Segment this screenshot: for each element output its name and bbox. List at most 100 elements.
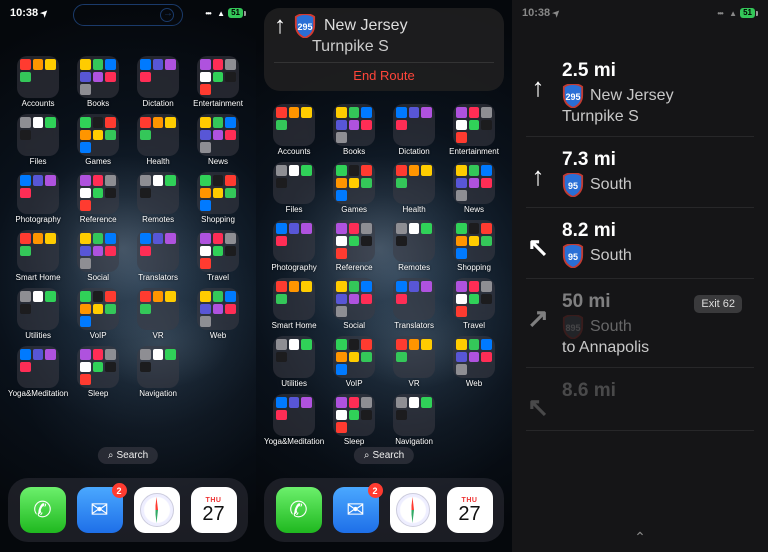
search-button[interactable]: Search [354,447,414,464]
calendar-app[interactable]: THU27 [191,487,237,533]
folder-health[interactable]: Health [384,162,444,214]
folder-shopping[interactable]: Shopping [188,172,248,224]
folder-voip[interactable]: VoIP [324,336,384,388]
turn-arrow-icon: ↖ [527,394,549,420]
folder-files[interactable]: Files [264,162,324,214]
folder-label: Remotes [398,264,430,272]
directions-list[interactable]: ↑2.5 mi295New JerseyTurnpike S↑7.3 mi95S… [512,44,768,552]
folder-label: Accounts [22,100,55,108]
folder-yoga-meditation[interactable]: Yoga&Meditation [264,394,324,446]
folder-label: Web [210,332,226,340]
directions-screen: 10:38 51 ↑2.5 mi295New JerseyTurnpike S↑… [512,0,768,552]
folder-books[interactable]: Books [68,56,128,108]
folder-entertainment[interactable]: Entertainment [188,56,248,108]
folder-games[interactable]: Games [68,114,128,166]
mail-app[interactable]: ✉2 [77,487,123,533]
folder-accounts[interactable]: Accounts [264,104,324,156]
end-route-button[interactable]: End Route [274,62,494,83]
folder-vr[interactable]: VR [384,336,444,388]
folder-accounts[interactable]: Accounts [8,56,68,108]
folder-box [393,220,435,262]
folder-translators[interactable]: Translators [128,230,188,282]
direction-step[interactable]: ↑7.3 mi95South [526,137,754,208]
folder-voip[interactable]: VoIP [68,288,128,340]
direction-step[interactable]: ↗50 mi895Southto AnnapolisExit 62 [526,279,754,368]
folder-vr[interactable]: VR [128,288,188,340]
folder-label: VoIP [90,332,107,340]
phone-app[interactable]: ✆ [276,487,322,533]
safari-app[interactable] [134,487,180,533]
folder-travel[interactable]: Travel [188,230,248,282]
safari-app[interactable] [390,487,436,533]
folder-box [273,336,315,378]
folder-news[interactable]: News [444,162,504,214]
folder-social[interactable]: Social [324,278,384,330]
search-label: Search [116,450,148,461]
folder-photography[interactable]: Photography [264,220,324,272]
folder-files[interactable]: Files [8,114,68,166]
folder-box [273,104,315,146]
folder-dictation[interactable]: Dictation [384,104,444,156]
folder-sleep[interactable]: Sleep [68,346,128,398]
folder-smart-home[interactable]: Smart Home [8,230,68,282]
folder-health[interactable]: Health [128,114,188,166]
folder-shopping[interactable]: Shopping [444,220,504,272]
folder-utilities[interactable]: Utilities [8,288,68,340]
calendar-app[interactable]: THU27 [447,487,493,533]
search-label: Search [372,450,404,461]
folder-smart-home[interactable]: Smart Home [264,278,324,330]
folder-box [17,172,59,214]
folder-utilities[interactable]: Utilities [264,336,324,388]
phone-app[interactable]: ✆ [20,487,66,533]
search-button[interactable]: Search [98,447,158,464]
folder-travel[interactable]: Travel [444,278,504,330]
folder-remotes[interactable]: Remotes [384,220,444,272]
grabber-icon[interactable]: ⌃ [634,529,646,546]
folder-sleep[interactable]: Sleep [324,394,384,446]
folder-entertainment[interactable]: Entertainment [444,104,504,156]
step-line2: Turnpike S [562,108,754,126]
folder-dictation[interactable]: Dictation [128,56,188,108]
folder-photography[interactable]: Photography [8,172,68,224]
folder-translators[interactable]: Translators [384,278,444,330]
folder-box [77,230,119,272]
folder-box [393,104,435,146]
direction-step[interactable]: ↖8.6 mi [526,368,754,431]
folder-books[interactable]: Books [324,104,384,156]
folder-web[interactable]: Web [188,288,248,340]
folder-reference[interactable]: Reference [324,220,384,272]
folder-yoga-meditation[interactable]: Yoga&Meditation [8,346,68,398]
folder-box [137,346,179,388]
folder-box [333,220,375,262]
step-distance: 2.5 mi [562,60,754,82]
folder-label: Files [286,206,303,214]
folder-navigation[interactable]: Navigation [384,394,444,446]
battery-icon: 51 [228,8,246,18]
folder-label: Health [147,158,170,166]
direction-step[interactable]: ↑2.5 mi295New JerseyTurnpike S [526,48,754,137]
direction-step[interactable]: ↖8.2 mi95South [526,208,754,279]
mail-app[interactable]: ✉2 [333,487,379,533]
navigation-banner[interactable]: ↑ 295 New Jersey Turnpike S End Route [264,8,504,91]
folder-box [393,162,435,204]
calendar-date: 27 [202,504,224,524]
folder-label: Social [87,274,109,282]
folder-games[interactable]: Games [324,162,384,214]
folder-news[interactable]: News [188,114,248,166]
folder-box [393,336,435,378]
folder-box [393,394,435,436]
folder-reference[interactable]: Reference [68,172,128,224]
folder-web[interactable]: Web [444,336,504,388]
status-bar: 10:38 51 [0,4,256,22]
folder-remotes[interactable]: Remotes [128,172,188,224]
folder-box [77,346,119,388]
folder-label: Translators [394,322,434,330]
folder-label: Books [343,148,365,156]
folder-box [273,220,315,262]
home-screen-2: ↑ 295 New Jersey Turnpike S End Route Ac… [256,0,512,552]
folder-social[interactable]: Social [68,230,128,282]
folder-label: Accounts [278,148,311,156]
folder-label: Remotes [142,216,174,224]
folder-navigation[interactable]: Navigation [128,346,188,398]
folder-label: Entertainment [449,148,499,156]
